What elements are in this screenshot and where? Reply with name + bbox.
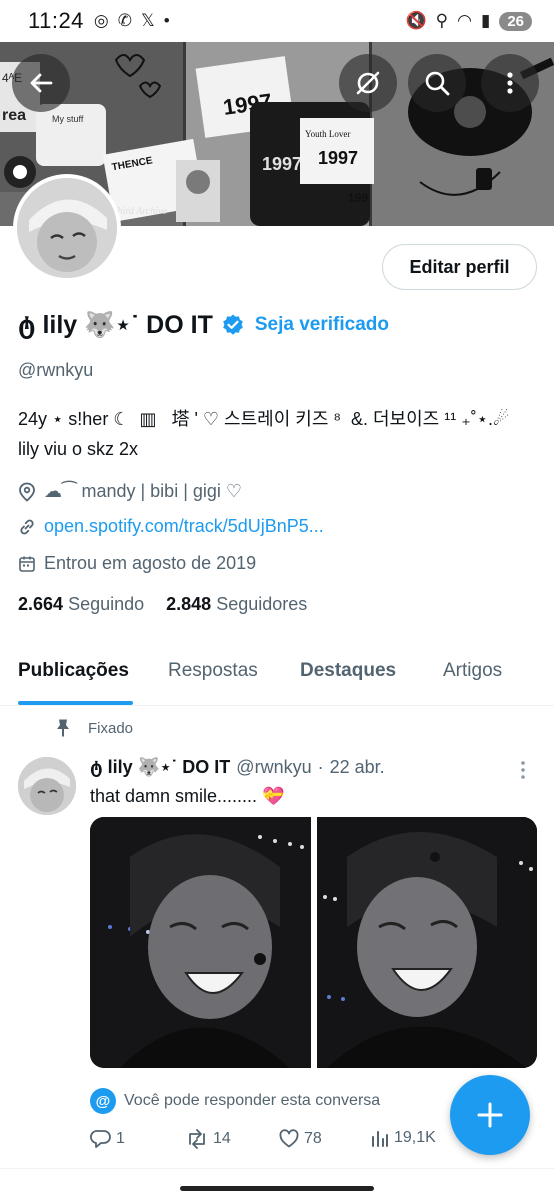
location-pin-icon bbox=[19, 482, 35, 502]
search-button[interactable] bbox=[408, 54, 466, 112]
location-row: ☁︎⁀ mandy | bibi | gigi ♡ bbox=[18, 481, 242, 502]
at-sign-icon: @ bbox=[90, 1088, 116, 1114]
banner-youth-text: Youth Lover bbox=[305, 129, 350, 139]
reply-permission-text: Você pode responder esta conversa bbox=[124, 1092, 381, 1109]
x-icon: 𝕏 bbox=[141, 11, 155, 30]
banner-ticket-text-a: 1997 bbox=[262, 154, 302, 174]
tweet-header: ტ lily 🐺⋆˙ DO IT @rwnkyu · 22 abr. bbox=[90, 757, 385, 778]
repost-button[interactable]: 14 bbox=[185, 1128, 231, 1150]
dot-icon: • bbox=[163, 11, 170, 30]
calendar-icon bbox=[19, 556, 35, 572]
tweet-date[interactable]: 22 abr. bbox=[330, 757, 385, 778]
threads-icon: ◎ bbox=[93, 11, 109, 30]
reply-count: 1 bbox=[116, 1130, 125, 1147]
grok-button[interactable] bbox=[339, 54, 397, 112]
joined-row: Entrou em agosto de 2019 bbox=[18, 553, 256, 574]
pinned-label: Fixado bbox=[88, 719, 134, 737]
link-icon bbox=[20, 519, 34, 534]
more-options-button[interactable] bbox=[481, 54, 539, 112]
notification-icons: ◎ ✆ 𝕏 • bbox=[94, 11, 170, 31]
battery-badge: 26 bbox=[499, 11, 532, 31]
concert-photo-1 bbox=[90, 817, 311, 1068]
status-time: 11:24 bbox=[28, 8, 84, 33]
following-count: 2.664 bbox=[18, 594, 64, 614]
banner-book-sub: Third Archive bbox=[112, 206, 167, 217]
tab-respostas[interactable]: Respostas bbox=[168, 660, 258, 682]
reply-permission-note: @ Você pode responder esta conversa bbox=[90, 1088, 380, 1114]
like-button[interactable]: 78 bbox=[278, 1128, 322, 1150]
pinned-label-row: Fixado bbox=[54, 718, 133, 738]
views-button[interactable]: 19,1K bbox=[370, 1128, 436, 1148]
bio-line-2: lily viu o skz 2x bbox=[18, 439, 139, 459]
like-count: 78 bbox=[304, 1130, 322, 1147]
reply-icon bbox=[90, 1130, 111, 1148]
banner-mug-label: My stuff bbox=[52, 114, 84, 124]
tweet-media-grid bbox=[90, 817, 537, 1068]
followers-label: Seguidores bbox=[216, 594, 308, 614]
banner-ticket-text-b: 1997 bbox=[318, 148, 358, 168]
tab-destaques[interactable]: Destaques bbox=[300, 660, 396, 682]
gesture-bar[interactable] bbox=[180, 1186, 374, 1191]
followers-link[interactable]: 2.848 Seguidores bbox=[166, 594, 307, 615]
profile-handle: @rwnkyu bbox=[18, 360, 94, 380]
more-vertical-icon bbox=[521, 761, 525, 779]
back-arrow-icon bbox=[30, 73, 53, 93]
plus-icon bbox=[477, 1102, 503, 1128]
get-verified-link[interactable]: Seja verificado bbox=[255, 314, 389, 336]
website-row: open.spotify.com/track/5dUjBnP5... bbox=[18, 516, 324, 537]
system-icons: 🔇 ⚲ ◠ ▮ 26 bbox=[405, 11, 532, 31]
profile-avatar[interactable] bbox=[13, 174, 121, 282]
location-icon: ⚲ bbox=[435, 11, 449, 30]
tab-publicacoes[interactable]: Publicações bbox=[18, 660, 129, 682]
heart-icon bbox=[279, 1129, 299, 1148]
mute-icon: 🔇 bbox=[405, 11, 427, 30]
concert-photo-2 bbox=[316, 817, 537, 1068]
following-label: Seguindo bbox=[68, 594, 145, 614]
views-bar-chart-icon bbox=[372, 1131, 388, 1147]
bottom-divider bbox=[0, 1168, 554, 1169]
location-text: ☁︎⁀ mandy | bibi | gigi ♡ bbox=[44, 481, 243, 501]
bio-line-1: 24y ⋆ s!her ☾ ▥ 塔 ' ♡ 스트레이 키즈 ⁸ &. 더보이즈 … bbox=[18, 409, 510, 429]
profile-bio: 24y ⋆ s!her ☾ ▥ 塔 ' ♡ 스트레이 키즈 ⁸ &. 더보이즈 … bbox=[18, 404, 509, 464]
banner-left-text-b: rea bbox=[2, 107, 26, 124]
back-button[interactable] bbox=[12, 54, 70, 112]
profile-name-row: ტ lily 🐺⋆˙ DO IT Seja verificado bbox=[18, 305, 389, 345]
profile-tabs: Publicações Respostas Destaques Artigos bbox=[0, 640, 554, 706]
more-vertical-icon bbox=[507, 72, 513, 94]
avatar-photo bbox=[17, 178, 117, 278]
tweet-author-name[interactable]: ტ lily 🐺⋆˙ DO IT bbox=[90, 757, 230, 778]
tweet-photo-1[interactable] bbox=[90, 817, 311, 1068]
tweet-separator: · bbox=[317, 757, 324, 777]
tweet-photo-2[interactable] bbox=[316, 817, 537, 1068]
tweet-author-handle[interactable]: @rwnkyu bbox=[236, 757, 311, 778]
repost-icon bbox=[189, 1129, 205, 1149]
tab-artigos[interactable]: Artigos bbox=[443, 660, 502, 682]
followers-count: 2.848 bbox=[166, 594, 212, 614]
tweet-avatar[interactable] bbox=[18, 757, 76, 815]
follow-stats: 2.664 Seguindo 2.848 Seguidores bbox=[18, 594, 307, 615]
tweet-avatar-photo bbox=[18, 757, 76, 815]
reply-button[interactable]: 1 bbox=[90, 1128, 125, 1150]
repost-count: 14 bbox=[213, 1130, 231, 1147]
website-link[interactable]: open.spotify.com/track/5dUjBnP5... bbox=[44, 516, 324, 537]
banner-ticket-text-c: 199 bbox=[348, 191, 368, 205]
active-tab-indicator bbox=[18, 701, 133, 705]
signal-icon: ▮ bbox=[480, 11, 491, 30]
wifi-icon: ◠ bbox=[457, 11, 472, 30]
verified-badge-icon[interactable] bbox=[221, 313, 245, 337]
edit-profile-button[interactable]: Editar perfil bbox=[382, 244, 537, 290]
following-link[interactable]: 2.664 Seguindo bbox=[18, 594, 144, 615]
display-name: ტ lily 🐺⋆˙ DO IT bbox=[18, 311, 213, 339]
status-bar: 11:24 ◎ ✆ 𝕏 • 🔇 ⚲ ◠ ▮ 26 bbox=[0, 0, 554, 42]
joined-date: Entrou em agosto de 2019 bbox=[44, 553, 257, 573]
tweet-text: that damn smile........ 💝 bbox=[90, 786, 285, 806]
pin-icon bbox=[57, 719, 69, 737]
compose-fab[interactable] bbox=[450, 1075, 530, 1155]
views-count: 19,1K bbox=[394, 1129, 436, 1146]
grok-icon bbox=[356, 71, 380, 95]
tweet-more-button[interactable] bbox=[518, 760, 528, 780]
whatsapp-icon: ✆ bbox=[117, 11, 133, 30]
search-icon bbox=[425, 71, 450, 96]
